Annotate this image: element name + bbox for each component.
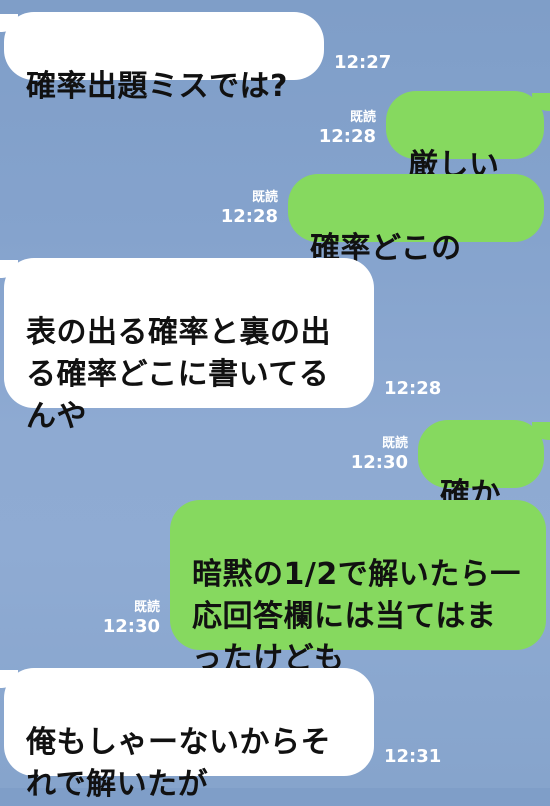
read-receipt: 既読 (133, 600, 160, 615)
message-bubble-incoming[interactable]: 表の出る確率と裏の出 る確率どこに書いてる んや (4, 258, 374, 434)
message-time: 12:28 (384, 378, 442, 399)
message-text: 俺もしゃーないからそ れで解いたが (26, 725, 331, 802)
message-meta: 既読 12:30 (350, 436, 408, 474)
message-bubble-incoming[interactable]: 俺もしゃーないからそ れで解いたが (4, 668, 374, 802)
message-bubble-outgoing[interactable]: 厳しいな (386, 91, 544, 225)
message-meta: 既読 12:28 (318, 110, 376, 148)
message-time: 12:27 (334, 52, 392, 73)
message-time: 12:30 (102, 616, 160, 637)
message-time: 12:30 (350, 452, 408, 473)
message-bubble-outgoing[interactable]: 確かに (418, 420, 544, 554)
read-receipt: 既読 (349, 110, 376, 125)
message-meta: 既読 12:28 (220, 190, 278, 228)
message-bubble-incoming[interactable]: 確率出題ミスでは? (4, 12, 324, 104)
message-time: 12:31 (384, 746, 442, 767)
read-receipt: 既読 (251, 190, 278, 205)
chat-area: 確率出題ミスでは? 12:27 既読 12:28 厳しいな 既読 12:28 確… (0, 0, 550, 802)
message-meta: 既読 12:30 (102, 600, 160, 638)
message-text: 暗黙の1/2で解いたら一 応回答欄には当てはま ったけども (192, 557, 521, 676)
message-text: 表の出る確率と裏の出 る確率どこに書いてる んや (26, 315, 331, 434)
message-text: 確率出題ミスでは? (26, 69, 288, 104)
message-time: 12:28 (220, 206, 278, 227)
read-receipt: 既読 (381, 436, 408, 451)
message-time: 12:28 (318, 126, 376, 147)
message-bubble-outgoing[interactable]: 確率どこの話？ (288, 174, 544, 308)
message-bubble-outgoing[interactable]: 暗黙の1/2で解いたら一 応回答欄には当てはま ったけども (170, 500, 546, 676)
